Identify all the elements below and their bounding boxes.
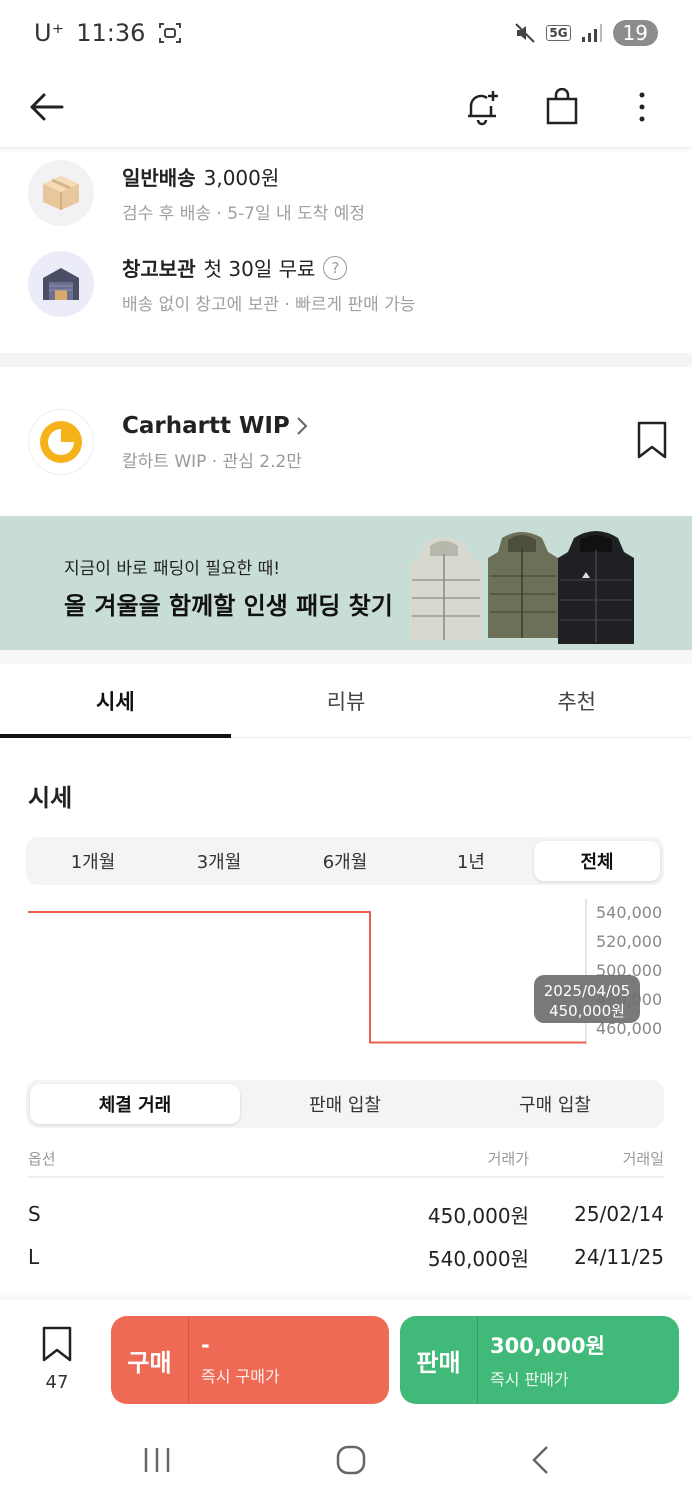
row-price: 540,000원 — [427, 1246, 529, 1271]
row-option: L — [28, 1245, 40, 1269]
carrier-label: U⁺ — [34, 19, 65, 47]
price-section-title: 시세 — [28, 784, 73, 812]
row-option: S — [28, 1202, 41, 1226]
help-icon[interactable]: ? — [323, 255, 348, 280]
banner-subtitle: 지금이 바로 패딩이 필요한 때! — [64, 559, 281, 579]
header-option: 옵션 — [28, 1150, 56, 1168]
status-bar: U⁺ 11:36 5G 19 — [0, 0, 692, 66]
period-1m[interactable]: 1개월 — [30, 841, 156, 881]
warehouse-icon — [28, 251, 94, 317]
header-date: 거래일 — [622, 1150, 664, 1168]
clock: 11:36 — [76, 19, 146, 47]
buy-price: - — [201, 1333, 210, 1357]
price-series-line — [28, 911, 586, 1044]
sell-button[interactable]: 판매 300,000원 즉시 판매가 — [400, 1316, 679, 1404]
table-row: L 540,000원 24/11/25 — [28, 1237, 664, 1277]
warehouse-subtitle: 배송 없이 창고에 보관 · 빠르게 판매 가능 — [122, 295, 416, 315]
trade-tab-buy-bids[interactable]: 구매 입찰 — [450, 1084, 660, 1124]
bell-plus-icon — [468, 90, 498, 125]
tab-review[interactable]: 리뷰 — [231, 664, 462, 737]
buy-button[interactable]: 구매 - 즉시 구매가 — [111, 1316, 389, 1404]
tooltip-value: 450,000원 — [549, 1002, 625, 1020]
header-price: 거래가 — [487, 1150, 529, 1168]
period-1y[interactable]: 1년 — [408, 841, 534, 881]
recent-apps-icon[interactable] — [142, 1446, 172, 1474]
back-button[interactable] — [28, 85, 72, 129]
saved-count: 47 — [45, 1372, 69, 1393]
sell-price: 300,000원 — [490, 1334, 605, 1358]
tab-price[interactable]: 시세 — [0, 664, 231, 738]
more-vertical-icon — [639, 92, 645, 121]
product-tabs: 시세 리뷰 추천 — [0, 664, 692, 738]
brand-name[interactable]: Carhartt WIP — [122, 413, 290, 439]
table-row: S 450,000원 25/02/14 — [28, 1194, 664, 1234]
chart-tooltip: 2025/04/05 450,000원 — [534, 975, 640, 1023]
row-price: 450,000원 — [427, 1203, 529, 1228]
period-6m[interactable]: 6개월 — [282, 841, 408, 881]
home-icon[interactable] — [335, 1444, 367, 1476]
save-button[interactable]: 47 — [34, 1326, 80, 1393]
period-all[interactable]: 전체 — [534, 841, 660, 881]
tooltip-date: 2025/04/05 — [544, 982, 630, 1000]
shopping-bag-icon — [546, 87, 578, 124]
row-date: 25/02/14 — [574, 1202, 664, 1226]
tab-recommend[interactable]: 추천 — [461, 664, 692, 737]
screenshot-icon — [159, 23, 182, 43]
trade-tab-completed[interactable]: 체결 거래 — [30, 1084, 240, 1124]
brand-subtitle: 칼하트 WIP · 관심 2.2만 — [122, 451, 302, 472]
trade-table-header: 옵션 거래가 거래일 — [28, 1148, 664, 1178]
box-icon — [28, 160, 94, 226]
sell-label: 판매 — [400, 1316, 478, 1404]
bookmark-icon — [637, 421, 667, 459]
bottom-action-bar: 47 구매 - 즉시 구매가 판매 300,000원 즉시 판매가 — [0, 1300, 692, 1420]
warehouse-promo: 첫 30일 무료 — [203, 257, 316, 281]
y-tick-label: 520,000 — [596, 932, 662, 951]
chevron-right-icon — [297, 416, 308, 435]
shipping-title: 일반배송 — [122, 166, 196, 190]
more-menu-button[interactable] — [620, 85, 664, 129]
y-tick-label: 540,000 — [596, 903, 662, 922]
trade-tab-sell-bids[interactable]: 판매 입찰 — [240, 1084, 450, 1124]
buy-label: 구매 — [111, 1316, 189, 1404]
back-nav-icon[interactable] — [530, 1444, 550, 1476]
price-chart[interactable]: 540,000520,000500,000480,000460,000 2025… — [0, 895, 692, 1055]
trade-type-selector: 체결 거래 판매 입찰 구매 입찰 — [26, 1080, 664, 1128]
shipping-price: 3,000원 — [203, 166, 280, 190]
shipping-option-standard[interactable]: 일반배송 3,000원 검수 후 배송 · 5-7일 내 도착 예정 — [28, 158, 668, 228]
alert-add-button[interactable] — [460, 85, 504, 129]
brand-logo — [28, 409, 94, 475]
banner-title: 올 겨울을 함께할 인생 패딩 찾기 — [64, 592, 393, 620]
warehouse-title: 창고보관 — [122, 257, 196, 281]
bookmark-icon — [42, 1326, 72, 1362]
cart-button[interactable] — [540, 85, 584, 129]
top-navigation — [0, 66, 692, 148]
shipping-subtitle: 검수 후 배송 · 5-7일 내 도착 예정 — [122, 204, 366, 224]
section-divider — [0, 353, 692, 367]
section-divider — [0, 650, 692, 664]
arrow-left-icon — [30, 93, 64, 120]
promo-banner[interactable]: 지금이 바로 패딩이 필요한 때! 올 겨울을 함께할 인생 패딩 찾기 — [0, 516, 692, 650]
period-3m[interactable]: 3개월 — [156, 841, 282, 881]
brand-row[interactable]: Carhartt WIP 칼하트 WIP · 관심 2.2만 — [28, 408, 668, 476]
brand-bookmark-button[interactable] — [636, 421, 668, 463]
jackets-image — [410, 531, 634, 644]
buy-sublabel: 즉시 구매가 — [201, 1367, 280, 1386]
system-navigation-bar — [0, 1420, 692, 1500]
row-date: 24/11/25 — [574, 1245, 664, 1269]
sell-sublabel: 즉시 판매가 — [490, 1370, 569, 1389]
period-selector: 1개월 3개월 6개월 1년 전체 — [26, 837, 664, 885]
signal-icon — [581, 24, 602, 42]
shipping-option-warehouse[interactable]: 창고보관 첫 30일 무료? 배송 없이 창고에 보관 · 빠르게 판매 가능 — [28, 249, 668, 319]
mute-icon — [515, 23, 536, 43]
battery-indicator: 19 — [612, 20, 658, 46]
network-badge: 5G — [546, 25, 571, 41]
